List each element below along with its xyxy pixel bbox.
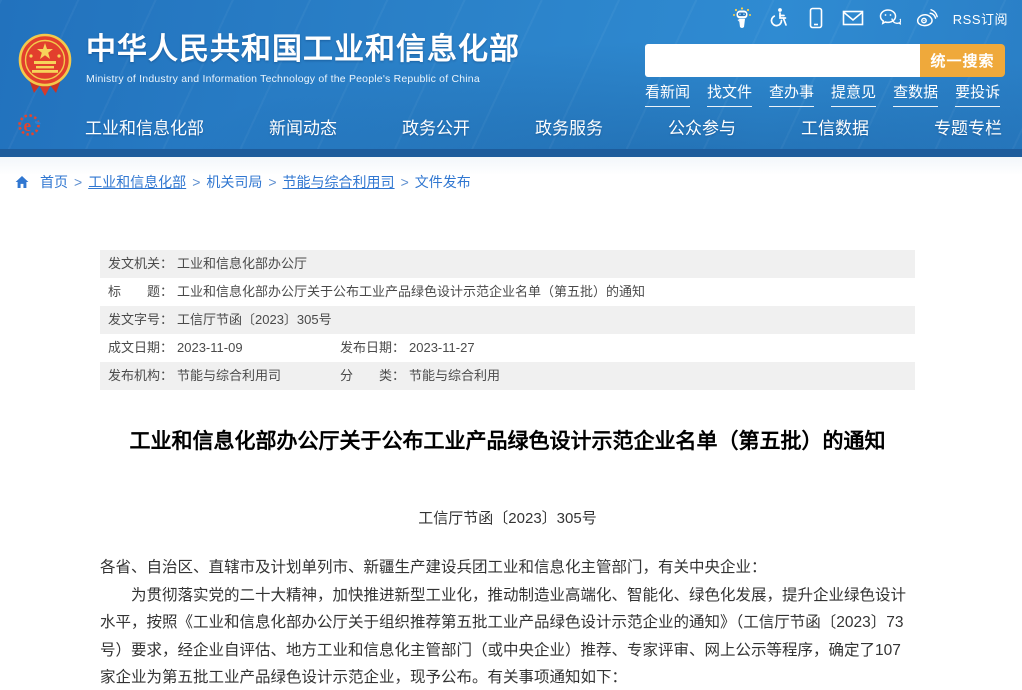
- breadcrumb-miit[interactable]: 工业和信息化部: [88, 172, 186, 192]
- breadcrumb-file-release[interactable]: 文件发布: [415, 172, 471, 192]
- breadcrumb: 首页 > 工业和信息化部 > 机关司局 > 节能与综合利用司 > 文件发布: [0, 157, 1022, 204]
- nav-item-gov-open[interactable]: 政务公开: [402, 114, 470, 139]
- nav-item-topics[interactable]: 专题专栏: [934, 114, 1002, 139]
- ministry-title-block: 中华人民共和国工业和信息化部 Ministry of Industry and …: [86, 33, 520, 85]
- search-bar: 统一搜索: [645, 44, 1005, 77]
- national-emblem-icon: [18, 33, 72, 97]
- ministry-subtitle: Ministry of Industry and Information Tec…: [86, 73, 520, 85]
- accessibility-icon[interactable]: [768, 7, 790, 29]
- meta-label: 标 题：: [108, 278, 173, 306]
- meta-label: 发文机关：: [108, 250, 173, 278]
- quick-link-data[interactable]: 查数据: [893, 81, 938, 107]
- meta-value: 2023-11-27: [409, 334, 475, 362]
- meta-label: 发布机构：: [108, 362, 173, 390]
- salutation-paragraph: 各省、自治区、直辖市及计划单列市、新疆生产建设兵团工业和信息化主管部门，有关中央…: [100, 554, 915, 582]
- nav-item-miit[interactable]: 工业和信息化部: [85, 114, 204, 139]
- document-page: 发文机关： 工业和信息化部办公厅 标 题： 工业和信息化部办公厅关于公布工业产品…: [100, 250, 915, 690]
- header-utility-icons: RSS订阅: [731, 7, 1008, 29]
- quick-link-complaint[interactable]: 要投诉: [955, 81, 1000, 107]
- document-meta-table: 发文机关： 工业和信息化部办公厅 标 题： 工业和信息化部办公厅关于公布工业产品…: [100, 250, 915, 390]
- meta-row-doc-number: 发文字号： 工信厅节函〔2023〕305号: [100, 306, 915, 334]
- meta-value: 节能与综合利用: [409, 362, 500, 390]
- quick-link-files[interactable]: 找文件: [707, 81, 752, 107]
- nav-list: 工业和信息化部 新闻动态 政务公开 政务服务 公众参与 工信数据 专题专栏: [85, 114, 1002, 139]
- mobile-icon[interactable]: [805, 7, 827, 29]
- search-button[interactable]: 统一搜索: [920, 44, 1005, 77]
- ministry-brand: 中华人民共和国工业和信息化部 Ministry of Industry and …: [18, 33, 520, 97]
- breadcrumb-separator: >: [401, 174, 409, 190]
- meta-label: 成文日期：: [108, 334, 173, 362]
- mascot-icon[interactable]: [731, 7, 753, 29]
- breadcrumb-departments[interactable]: 机关司局: [206, 172, 262, 192]
- meta-value: 2023-11-09: [177, 334, 243, 362]
- document-body: 各省、自治区、直辖市及计划单列市、新疆生产建设兵团工业和信息化主管部门，有关中央…: [100, 554, 915, 690]
- svg-text:e: e: [24, 116, 32, 135]
- site-header: RSS订阅 中华人民共和国工业和信息化部 Ministry of Industr…: [0, 0, 1022, 157]
- breadcrumb-separator: >: [268, 174, 276, 190]
- meta-row-issuing-office: 发文机关： 工业和信息化部办公厅: [100, 250, 915, 278]
- breadcrumb-separator: >: [74, 174, 82, 190]
- quick-link-feedback[interactable]: 提意见: [831, 81, 876, 107]
- meta-value: 节能与综合利用司: [177, 362, 281, 390]
- nav-item-data[interactable]: 工信数据: [801, 114, 869, 139]
- ministry-title: 中华人民共和国工业和信息化部: [86, 33, 520, 67]
- rss-subscribe-link[interactable]: RSS订阅: [953, 9, 1008, 28]
- body-paragraph: 为贯彻落实党的二十大精神，加快推进新型工业化，推动制造业高端化、智能化、绿色化发…: [100, 582, 915, 690]
- weibo-icon[interactable]: [916, 7, 938, 29]
- document-number: 工信厅节函〔2023〕305号: [100, 507, 915, 528]
- meta-row-dates: 成文日期： 2023-11-09 发布日期： 2023-11-27: [100, 334, 915, 362]
- main-navigation: e 工业和信息化部 新闻动态 政务公开 政务服务 公众参与 工信数据 专题专栏: [0, 109, 1022, 139]
- meta-label: 分 类：: [340, 362, 405, 390]
- meta-value: 工业和信息化部办公厅: [177, 250, 307, 278]
- nav-item-news[interactable]: 新闻动态: [269, 114, 337, 139]
- home-icon[interactable]: [14, 174, 30, 190]
- breadcrumb-home[interactable]: 首页: [40, 172, 68, 192]
- quick-links: 看新闻 找文件 查办事 提意见 查数据 要投诉: [645, 81, 1000, 107]
- meta-label: 发布日期：: [340, 334, 405, 362]
- meta-row-title: 标 题： 工业和信息化部办公厅关于公布工业产品绿色设计示范企业名单（第五批）的通…: [100, 278, 915, 306]
- document-title: 工业和信息化部办公厅关于公布工业产品绿色设计示范企业名单（第五批）的通知: [100, 427, 915, 457]
- meta-label: 发文字号：: [108, 306, 173, 334]
- search-input[interactable]: [645, 44, 920, 77]
- breadcrumb-separator: >: [192, 174, 200, 190]
- meta-value: 工业和信息化部办公厅关于公布工业产品绿色设计示范企业名单（第五批）的通知: [177, 278, 645, 306]
- miit-e-logo-icon[interactable]: e: [17, 111, 43, 139]
- quick-link-news[interactable]: 看新闻: [645, 81, 690, 107]
- meta-value: 工信厅节函〔2023〕305号: [177, 306, 332, 334]
- quick-link-services[interactable]: 查办事: [769, 81, 814, 107]
- breadcrumb-energy-dept[interactable]: 节能与综合利用司: [283, 172, 395, 192]
- mail-icon[interactable]: [842, 7, 864, 29]
- nav-item-gov-services[interactable]: 政务服务: [535, 114, 603, 139]
- nav-item-participation[interactable]: 公众参与: [668, 114, 736, 139]
- wechat-icon[interactable]: [879, 7, 901, 29]
- meta-row-publisher: 发布机构： 节能与综合利用司 分 类： 节能与综合利用: [100, 362, 915, 390]
